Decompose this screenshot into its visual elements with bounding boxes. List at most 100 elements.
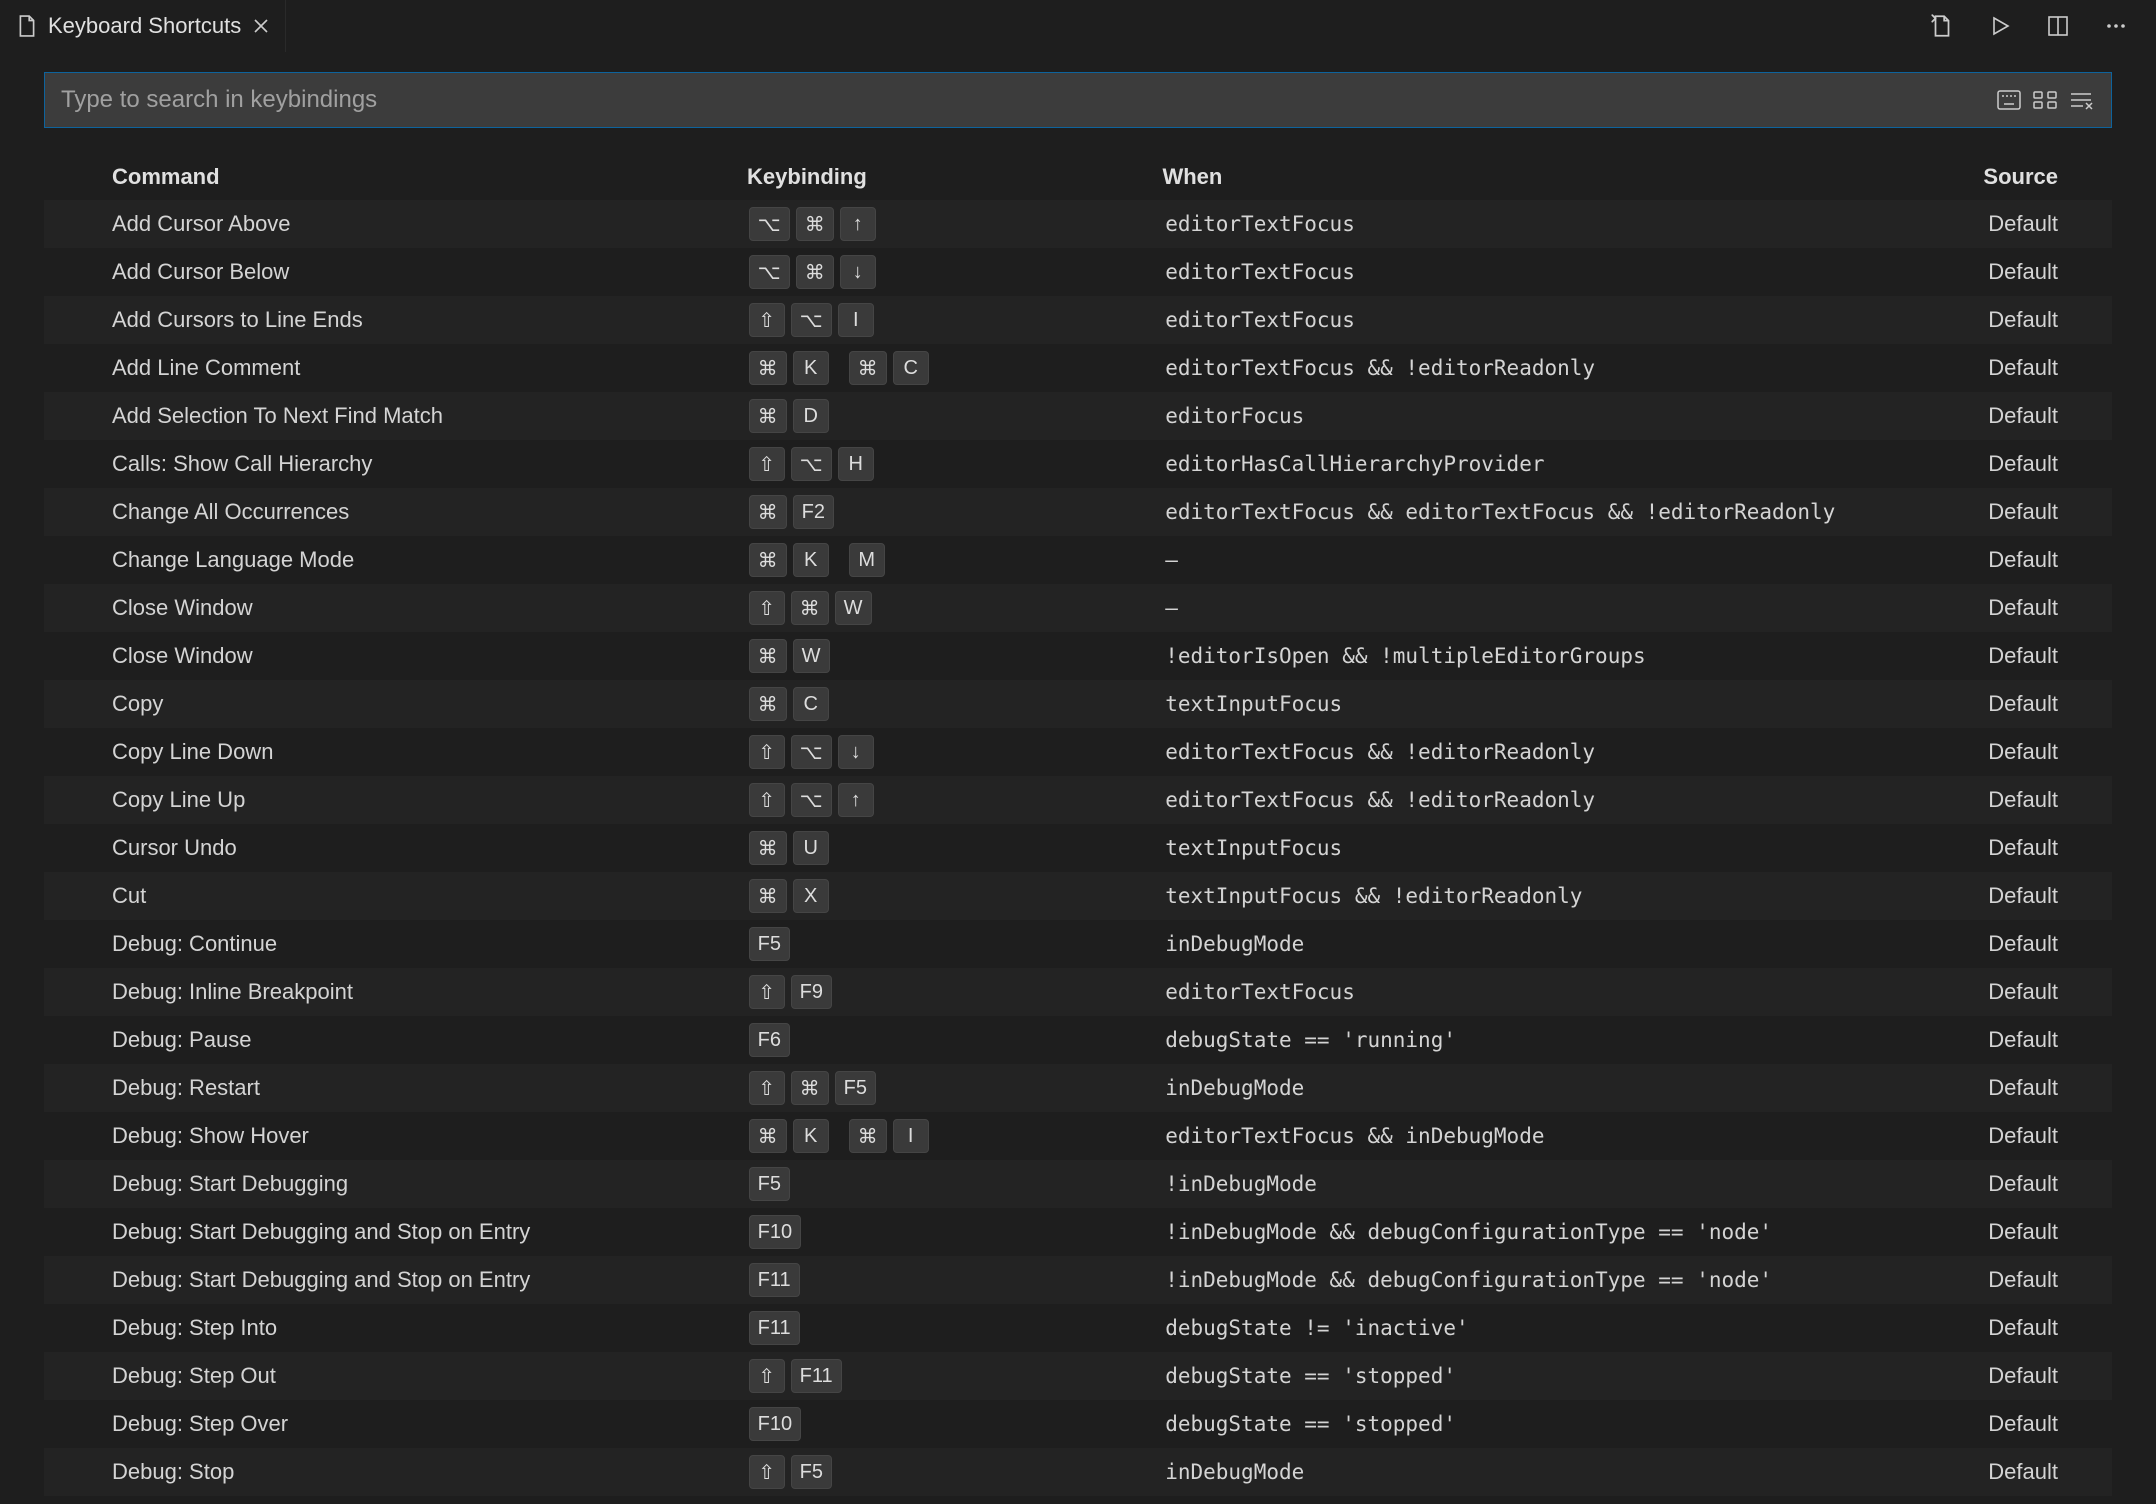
when-cell: textInputFocus xyxy=(1165,836,1988,860)
table-row[interactable]: Debug: Step OverF10debugState == 'stoppe… xyxy=(44,1400,2112,1448)
source-cell: Default xyxy=(1988,1459,2112,1485)
close-icon[interactable] xyxy=(253,18,269,34)
key-cap: ⌥ xyxy=(749,255,790,289)
command-cell: Debug: Show Hover xyxy=(112,1123,749,1149)
key-cap: F11 xyxy=(791,1359,842,1393)
command-cell: Debug: Step Over xyxy=(112,1411,749,1437)
key-cap: ⌘ xyxy=(749,495,787,529)
when-cell: — xyxy=(1165,596,1988,620)
col-header-keybinding[interactable]: Keybinding xyxy=(747,164,1162,190)
when-cell: inDebugMode xyxy=(1165,1076,1988,1100)
command-cell: Debug: Pause xyxy=(112,1027,749,1053)
key-cap: ⌥ xyxy=(791,303,832,337)
source-cell: Default xyxy=(1988,451,2112,477)
when-cell: editorTextFocus xyxy=(1165,260,1988,284)
search-container xyxy=(0,72,2156,128)
key-cap: ⌘ xyxy=(749,687,787,721)
open-file-icon[interactable] xyxy=(1928,12,1956,40)
table-row[interactable]: Copy Line Down⇧⌥↓editorTextFocus && !edi… xyxy=(44,728,2112,776)
table-row[interactable]: Debug: Start Debugging and Stop on Entry… xyxy=(44,1256,2112,1304)
table-row[interactable]: Debug: Inline Breakpoint⇧F9editorTextFoc… xyxy=(44,968,2112,1016)
keybinding-cell: ⌘K⌘I xyxy=(749,1119,1166,1153)
key-cap: ⌘ xyxy=(749,1119,787,1153)
when-cell: textInputFocus && !editorReadonly xyxy=(1165,884,1988,908)
key-cap: ⌘ xyxy=(749,351,787,385)
source-cell: Default xyxy=(1988,1363,2112,1389)
key-cap: F5 xyxy=(749,927,790,961)
when-cell: editorTextFocus xyxy=(1165,212,1988,236)
tab-keyboard-shortcuts[interactable]: Keyboard Shortcuts xyxy=(0,0,286,52)
command-cell: Close Window xyxy=(112,595,749,621)
table-row[interactable]: Add Selection To Next Find Match⌘Deditor… xyxy=(44,392,2112,440)
table-row[interactable]: Cursor Undo⌘UtextInputFocusDefault xyxy=(44,824,2112,872)
table-row[interactable]: Add Cursor Below⌥⌘↓editorTextFocusDefaul… xyxy=(44,248,2112,296)
table-row[interactable]: Calls: Show Call Hierarchy⇧⌥HeditorHasCa… xyxy=(44,440,2112,488)
table-row[interactable]: Debug: Restart⇧⌘F5inDebugModeDefault xyxy=(44,1064,2112,1112)
col-header-when[interactable]: When xyxy=(1162,164,1983,190)
command-cell: Add Cursor Above xyxy=(112,211,749,237)
table-row[interactable]: Close Window⌘W!editorIsOpen && !multiple… xyxy=(44,632,2112,680)
key-cap: U xyxy=(793,831,829,865)
col-header-command[interactable]: Command xyxy=(112,164,747,190)
key-cap: F9 xyxy=(791,975,832,1009)
keybinding-cell: ⇧⌥I xyxy=(749,303,1166,337)
keybinding-cell: ⇧⌘W xyxy=(749,591,1166,625)
key-cap: ⌘ xyxy=(749,399,787,433)
key-cap: ↓ xyxy=(838,735,874,769)
key-cap: ↓ xyxy=(840,255,876,289)
command-cell: Debug: Start Debugging xyxy=(112,1171,749,1197)
table-row[interactable]: Change All Occurrences⌘F2editorTextFocus… xyxy=(44,488,2112,536)
key-cap: ⇧ xyxy=(749,735,785,769)
table-row[interactable]: Copy Line Up⇧⌥↑editorTextFocus && !edito… xyxy=(44,776,2112,824)
when-cell: editorTextFocus && inDebugMode xyxy=(1165,1124,1988,1148)
source-cell: Default xyxy=(1988,979,2112,1005)
table-row[interactable]: Close Window⇧⌘W—Default xyxy=(44,584,2112,632)
source-cell: Default xyxy=(1988,211,2112,237)
more-icon[interactable] xyxy=(2102,12,2130,40)
when-cell: — xyxy=(1165,548,1988,572)
command-cell: Debug: Stop xyxy=(112,1459,749,1485)
record-keys-icon[interactable] xyxy=(1995,86,2023,114)
key-cap: F6 xyxy=(749,1023,790,1057)
keybinding-cell: ⇧⌥↑ xyxy=(749,783,1166,817)
table-row[interactable]: Add Line Comment⌘K⌘CeditorTextFocus && !… xyxy=(44,344,2112,392)
table-row[interactable]: Debug: ContinueF5inDebugModeDefault xyxy=(44,920,2112,968)
when-cell: debugState == 'stopped' xyxy=(1165,1364,1988,1388)
keybindings-table: Command Keybinding When Source Add Curso… xyxy=(0,154,2156,1496)
table-row[interactable]: Debug: Step IntoF11debugState != 'inacti… xyxy=(44,1304,2112,1352)
key-cap: X xyxy=(793,879,829,913)
keybinding-cell: ⌥⌘↑ xyxy=(749,207,1166,241)
clear-search-icon[interactable] xyxy=(2067,86,2095,114)
table-row[interactable]: Debug: Stop⇧F5inDebugModeDefault xyxy=(44,1448,2112,1496)
search-input[interactable] xyxy=(61,86,1987,114)
table-row[interactable]: Change Language Mode⌘KM—Default xyxy=(44,536,2112,584)
search-box xyxy=(44,72,2112,128)
col-header-source[interactable]: Source xyxy=(1983,164,2112,190)
tab-bar: Keyboard Shortcuts xyxy=(0,0,2156,52)
run-icon[interactable] xyxy=(1986,12,2014,40)
keybinding-cell: ⌘U xyxy=(749,831,1166,865)
table-row[interactable]: Debug: PauseF6debugState == 'running'Def… xyxy=(44,1016,2112,1064)
when-cell: debugState != 'inactive' xyxy=(1165,1316,1988,1340)
key-cap: ↑ xyxy=(838,783,874,817)
table-row[interactable]: Debug: Start Debugging and Stop on Entry… xyxy=(44,1208,2112,1256)
sort-precedence-icon[interactable] xyxy=(2031,86,2059,114)
source-cell: Default xyxy=(1988,1315,2112,1341)
key-cap: ⌘ xyxy=(749,543,787,577)
source-cell: Default xyxy=(1988,931,2112,957)
table-row[interactable]: Add Cursors to Line Ends⇧⌥IeditorTextFoc… xyxy=(44,296,2112,344)
command-cell: Add Cursor Below xyxy=(112,259,749,285)
command-cell: Debug: Start Debugging and Stop on Entry xyxy=(112,1267,749,1293)
split-editor-icon[interactable] xyxy=(2044,12,2072,40)
table-row[interactable]: Debug: Show Hover⌘K⌘IeditorTextFocus && … xyxy=(44,1112,2112,1160)
source-cell: Default xyxy=(1988,547,2112,573)
table-row[interactable]: Add Cursor Above⌥⌘↑editorTextFocusDefaul… xyxy=(44,200,2112,248)
table-row[interactable]: Cut⌘XtextInputFocus && !editorReadonlyDe… xyxy=(44,872,2112,920)
table-header: Command Keybinding When Source xyxy=(44,154,2112,200)
table-row[interactable]: Copy⌘CtextInputFocusDefault xyxy=(44,680,2112,728)
key-cap: ⇧ xyxy=(749,1359,785,1393)
table-body: Add Cursor Above⌥⌘↑editorTextFocusDefaul… xyxy=(44,200,2112,1496)
table-row[interactable]: Debug: Start DebuggingF5!inDebugModeDefa… xyxy=(44,1160,2112,1208)
keybinding-cell: F10 xyxy=(749,1407,1166,1441)
table-row[interactable]: Debug: Step Out⇧F11debugState == 'stoppe… xyxy=(44,1352,2112,1400)
